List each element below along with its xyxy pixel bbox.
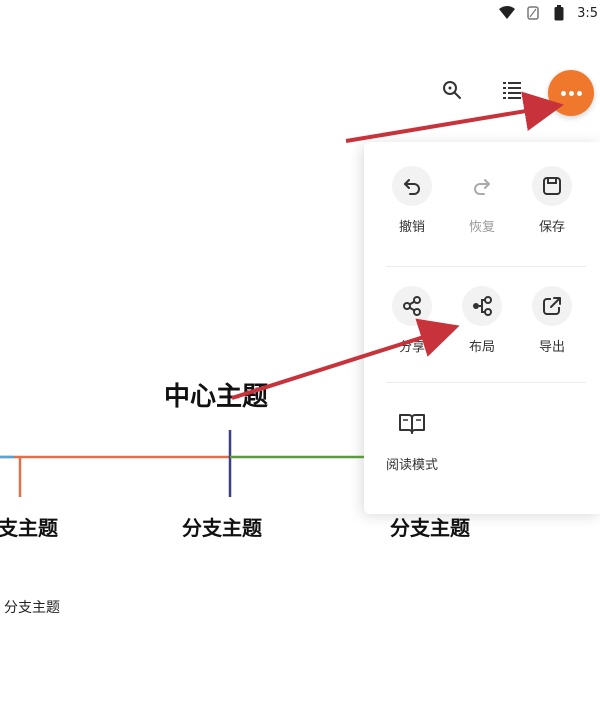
annotation-arrows xyxy=(231,91,564,400)
annotation-arrow-layout xyxy=(231,318,460,400)
annotation-arrow-more xyxy=(345,91,564,143)
